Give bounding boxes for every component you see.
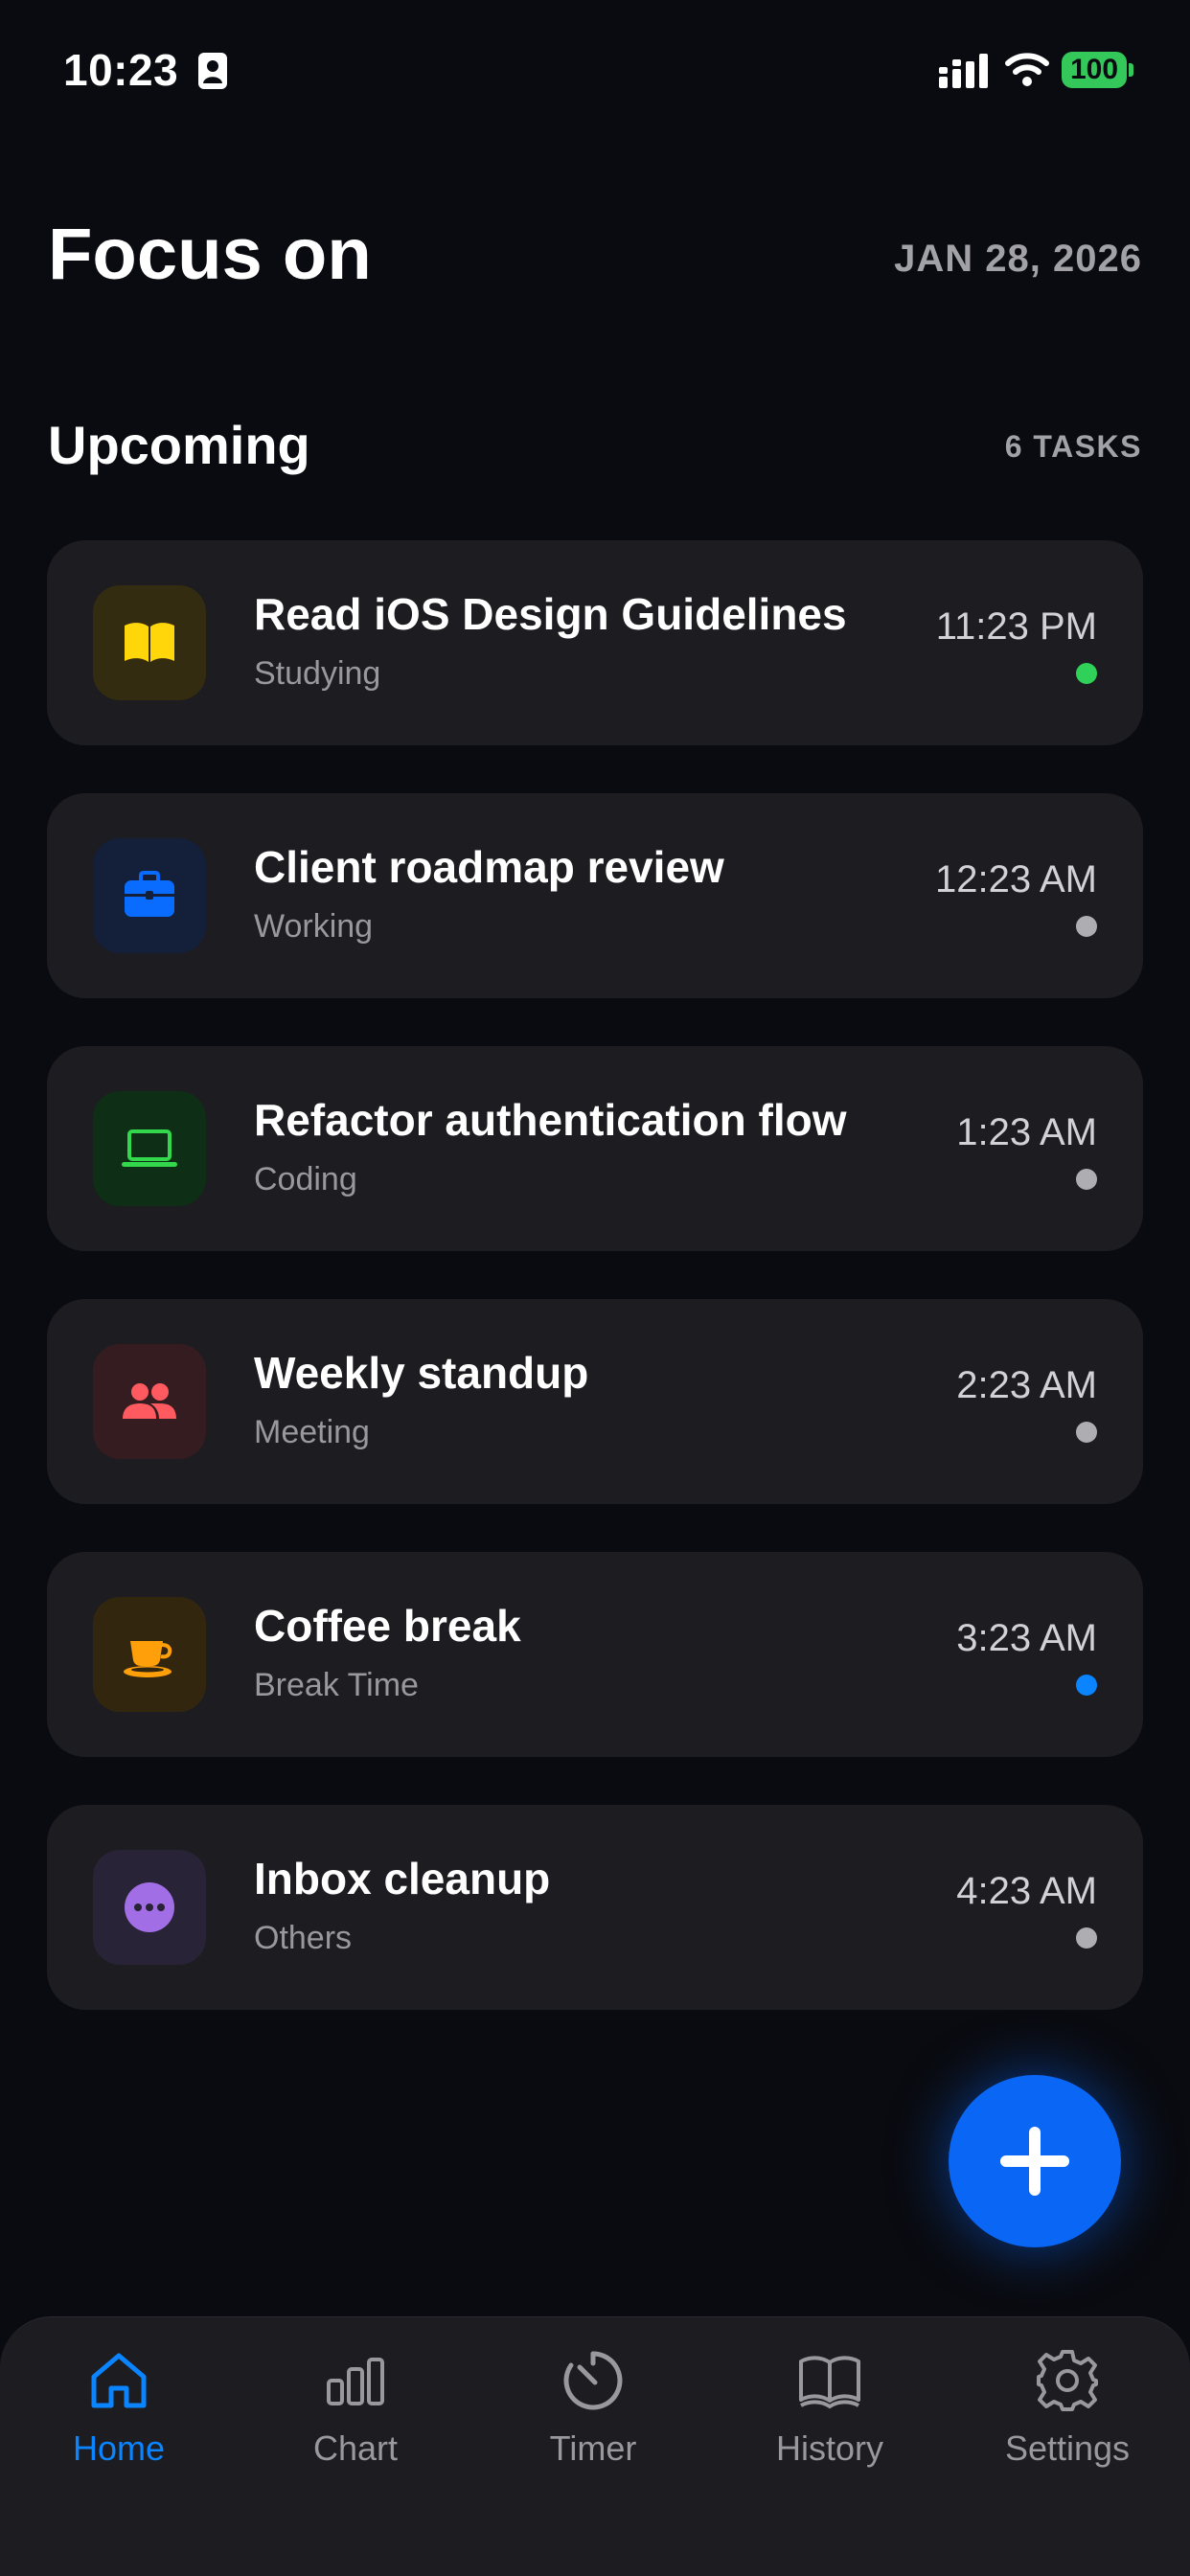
people-icon <box>123 1383 176 1419</box>
task-title: Weekly standup <box>254 1348 589 1398</box>
status-dot <box>1076 916 1097 937</box>
ellipsis-circle-icon <box>125 1882 174 1932</box>
task-count: 6 TASKS <box>1004 429 1142 464</box>
cellular-signal-icon <box>939 54 988 88</box>
task-title: Refactor authentication flow <box>254 1095 847 1145</box>
task-card[interactable]: Weekly standup Meeting 2:23 AM <box>47 1299 1143 1504</box>
task-icon-tile <box>93 1344 206 1459</box>
task-card[interactable]: Inbox cleanup Others 4:23 AM <box>47 1805 1143 2010</box>
page-date: JAN 28, 2026 <box>894 238 1142 280</box>
wifi-icon <box>1005 53 1049 86</box>
task-card[interactable]: Read iOS Design Guidelines Studying 11:2… <box>47 540 1143 745</box>
task-time: 2:23 AM <box>956 1364 1097 1406</box>
section-title: Upcoming <box>48 415 310 475</box>
task-time: 1:23 AM <box>956 1111 1097 1153</box>
status-dot <box>1076 1169 1097 1190</box>
home-icon <box>91 2353 147 2408</box>
task-title: Read iOS Design Guidelines <box>254 589 847 639</box>
plus-icon <box>1000 2127 1069 2196</box>
task-card[interactable]: Coffee break Break Time 3:23 AM <box>47 1552 1143 1757</box>
task-category: Studying <box>254 655 381 692</box>
contact-card-icon <box>198 53 227 89</box>
task-icon-tile <box>93 1597 206 1712</box>
task-card[interactable]: Client roadmap review Working 12:23 AM <box>47 793 1143 998</box>
tab-label: History <box>775 2428 883 2468</box>
task-title: Client roadmap review <box>254 842 724 892</box>
task-list: Read iOS Design Guidelines Studying 11:2… <box>47 540 1143 2058</box>
status-time: 10:23 <box>63 45 179 95</box>
battery-indicator: 100 <box>1062 52 1134 88</box>
task-category: Break Time <box>254 1667 419 1703</box>
open-book-icon <box>799 2356 860 2409</box>
tab-history[interactable]: History <box>734 2346 926 2490</box>
task-title: Inbox cleanup <box>254 1854 551 1904</box>
task-category: Coding <box>254 1161 357 1197</box>
task-card[interactable]: Refactor authentication flow Coding 1:23… <box>47 1046 1143 1251</box>
page-title: Focus on <box>48 214 372 295</box>
coffee-cup-icon <box>124 1641 172 1677</box>
task-icon-tile <box>93 585 206 700</box>
tab-label: Chart <box>312 2428 399 2468</box>
status-dot <box>1076 1675 1097 1696</box>
task-icon-tile <box>93 838 206 953</box>
tab-label: Home <box>72 2428 166 2468</box>
tab-bar: Home Chart Timer History Settings <box>0 2316 1190 2576</box>
add-task-button[interactable] <box>949 2075 1121 2247</box>
task-icon-tile <box>93 1091 206 1206</box>
task-time: 11:23 PM <box>935 605 1097 648</box>
tab-home[interactable]: Home <box>23 2346 215 2490</box>
tab-timer[interactable]: Timer <box>497 2346 689 2490</box>
battery-level: 100 <box>1062 52 1127 88</box>
task-time: 4:23 AM <box>956 1870 1097 1912</box>
task-category: Others <box>254 1920 353 1956</box>
task-title: Coffee break <box>254 1601 521 1651</box>
status-dot <box>1076 663 1097 684</box>
tab-chart[interactable]: Chart <box>260 2346 451 2490</box>
tab-settings[interactable]: Settings <box>972 2346 1163 2490</box>
status-bar: 10:23 100 <box>0 0 1190 144</box>
tab-label: Timer <box>549 2428 637 2468</box>
status-dot <box>1076 1927 1097 1949</box>
gear-icon <box>1037 2350 1098 2411</box>
task-icon-tile <box>93 1850 206 1965</box>
task-category: Meeting <box>254 1414 370 1450</box>
timer-icon <box>563 2351 623 2410</box>
book-icon <box>125 623 174 662</box>
briefcase-icon <box>125 871 174 917</box>
task-time: 12:23 AM <box>934 858 1097 900</box>
task-category: Working <box>254 908 374 945</box>
status-dot <box>1076 1422 1097 1443</box>
laptop-icon <box>122 1129 177 1167</box>
task-time: 3:23 AM <box>956 1617 1097 1659</box>
battery-nub <box>1129 63 1133 77</box>
bar-chart-icon <box>327 2358 384 2405</box>
tab-label: Settings <box>1004 2428 1131 2468</box>
